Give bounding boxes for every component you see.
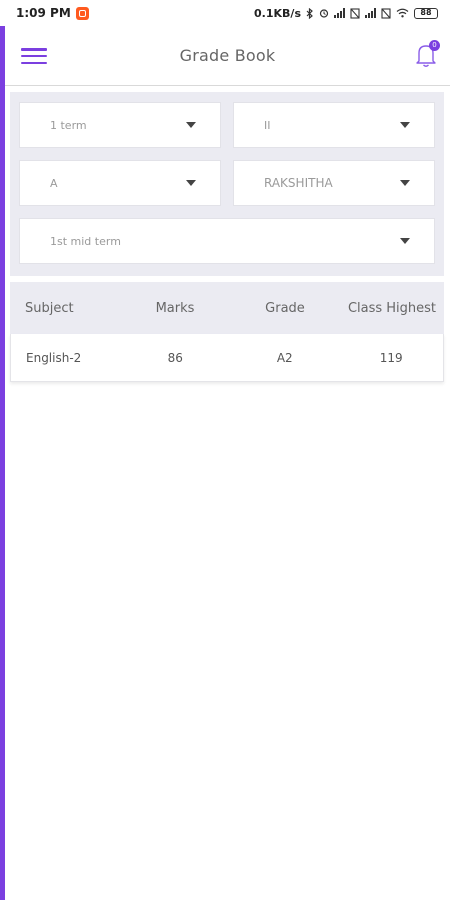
notification-badge: 0 bbox=[429, 40, 440, 51]
cell-subject: English-2 bbox=[26, 350, 82, 365]
column-header-class-highest: Class Highest bbox=[347, 300, 437, 316]
grades-table: Subject Marks Grade Class Highest Englis… bbox=[10, 282, 444, 382]
column-header-subject: Subject bbox=[25, 300, 74, 316]
term-value: 1 term bbox=[50, 118, 87, 132]
caret-down-icon bbox=[186, 180, 196, 186]
student-value: RAKSHITHA bbox=[264, 176, 333, 190]
column-header-marks: Marks bbox=[155, 300, 195, 316]
section-dropdown[interactable]: A bbox=[19, 160, 221, 206]
page-title: Grade Book bbox=[179, 46, 276, 65]
section-value: A bbox=[50, 176, 58, 190]
exam-value: 1st mid term bbox=[50, 234, 121, 248]
filter-panel: 1 term II A RAKSHITHA 1st mid term bbox=[10, 92, 444, 276]
status-bar: 1:09 PM 0.1KB/s 88 bbox=[0, 0, 450, 26]
class-value: II bbox=[264, 118, 271, 132]
status-right: 0.1KB/s 88 bbox=[254, 7, 438, 20]
battery-icon: 88 bbox=[414, 7, 438, 19]
student-dropdown[interactable]: RAKSHITHA bbox=[233, 160, 435, 206]
exam-dropdown[interactable]: 1st mid term bbox=[19, 218, 435, 264]
cell-grade: A2 bbox=[276, 350, 293, 365]
caret-down-icon bbox=[400, 122, 410, 128]
menu-icon[interactable] bbox=[21, 46, 47, 66]
table-row: English-2 86 A2 119 bbox=[10, 334, 444, 382]
caret-down-icon bbox=[400, 180, 410, 186]
net-speed: 0.1KB/s bbox=[254, 6, 301, 20]
notification-button[interactable]: 0 bbox=[414, 40, 440, 70]
signal-icon-2 bbox=[365, 8, 376, 18]
signal-icon-1 bbox=[334, 8, 345, 18]
alarm-icon bbox=[319, 9, 329, 18]
app-notification-icon bbox=[75, 6, 89, 20]
wifi-icon bbox=[396, 8, 409, 18]
bluetooth-icon bbox=[306, 7, 313, 19]
no-sim-icon bbox=[350, 7, 360, 19]
cell-class-highest: 119 bbox=[379, 350, 403, 365]
class-dropdown[interactable]: II bbox=[233, 102, 435, 148]
column-header-grade: Grade bbox=[265, 300, 305, 316]
caret-down-icon bbox=[400, 238, 410, 244]
term-dropdown[interactable]: 1 term bbox=[19, 102, 221, 148]
no-sim-icon-2 bbox=[381, 7, 391, 19]
status-time: 1:09 PM bbox=[16, 6, 71, 20]
status-left: 1:09 PM bbox=[16, 6, 89, 20]
caret-down-icon bbox=[186, 122, 196, 128]
cell-marks: 86 bbox=[167, 350, 183, 365]
table-header: Subject Marks Grade Class Highest bbox=[10, 282, 444, 334]
app-header: Grade Book 0 bbox=[5, 26, 450, 86]
left-accent-bar bbox=[0, 26, 5, 900]
